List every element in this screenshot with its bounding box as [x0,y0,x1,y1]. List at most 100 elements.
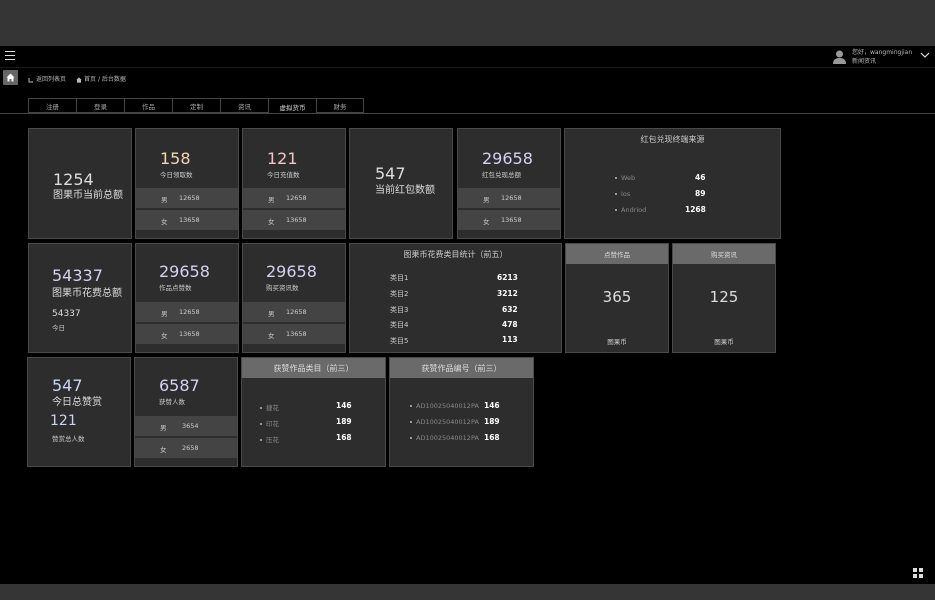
list-value: 146 [484,401,500,410]
card-value: 158 [160,149,191,168]
card-sub-value: 121 [50,413,77,429]
list-value: 189 [336,417,352,426]
female-value: 13658 [501,216,522,224]
card-header: 获赞作品类目（前三） [242,358,385,378]
card-label: 今日领取数 [160,171,193,179]
app-root: 您好，wangmingjian 新闻资讯 返回列表页 首页 / 后台数据 注册 … [0,0,935,600]
tab-divider [0,113,935,114]
male-row: 男 12658 [243,188,345,208]
card-label: 今日总赞赏 [52,397,102,408]
card-sub-value: 54337 [52,309,81,319]
male-row: 男 12658 [136,302,238,322]
tab-custom[interactable]: 定制 [172,98,220,113]
female-label: 女 [268,218,275,226]
category-name: 类目4 [390,321,409,329]
card-value: 54337 [52,266,103,285]
list-item: AD10025040012PA [410,418,479,426]
male-value: 12658 [286,194,307,202]
male-label: 男 [268,196,275,204]
back-to-list-link[interactable]: 返回列表页 [28,74,66,83]
tab-finance[interactable]: 财务 [316,98,364,113]
male-label: 男 [161,196,168,204]
card-today-rewards: 547 今日总赞赏 121 赞赏总人数 [27,357,131,467]
female-row: 女 13658 [243,210,345,230]
card-label: 当前红包数额 [375,185,435,196]
grid-icon[interactable] [913,568,923,578]
tab-login[interactable]: 登录 [76,98,124,113]
card-header: 获赞作品编号（前三） [390,358,533,378]
card-top-liked-categories: 获赞作品类目（前三） 捷花 146 印花 189 压花 168 [241,357,386,467]
card-value: 29658 [482,149,533,168]
female-row: 女 13658 [243,324,345,344]
breadcrumb-current: 后台数据 [101,76,126,83]
female-label: 女 [161,218,168,226]
card-spend-categories: 图果币花费类目统计（前五） 类目1 6213 类目2 3212 类目3 632 … [349,243,562,353]
tab-works[interactable]: 作品 [124,98,172,113]
list-item: 捷花 [260,402,279,412]
card-label: 图果币花费总额 [52,288,122,299]
list-item: 压花 [260,434,279,444]
breadcrumb-home[interactable]: 首页 [84,76,96,83]
list-value: 189 [484,417,500,426]
card-label: 今日充值数 [267,171,300,179]
card-label: 作品点赞数 [159,284,192,292]
tab-bar: 注册 登录 作品 定制 资讯 虚拟货币 财务 [28,98,364,114]
card-red-packet-cashout: 29658 红包兑现总额 男 12658 女 13658 [457,128,561,239]
card-cashout-source: 红包兑现终端来源 Web 46 Ios 89 Andriod 1268 [564,128,781,239]
chevron-down-icon[interactable] [920,51,930,59]
card-label: 获赞人数 [159,398,185,406]
card-today-recharge: 121 今日充值数 男 12658 女 13658 [242,128,346,239]
female-value: 13658 [179,216,200,224]
list-item: Ios [615,190,630,198]
female-row: 女 2658 [135,438,237,458]
male-label: 男 [161,310,168,318]
female-row: 女 13658 [136,324,238,344]
menu-icon[interactable] [5,51,15,61]
card-value: 365 [602,288,632,306]
tab-virtual-currency[interactable]: 虚拟货币 [268,98,316,114]
list-item: Andriod [615,206,646,214]
card-value: 125 [709,288,739,306]
category-name: 类目2 [390,290,409,298]
bottom-strip [0,584,935,600]
list-value: 1268 [685,205,706,214]
back-arrow-icon [28,77,33,82]
list-item: AD10025040012PA [410,434,479,442]
category-name: 类目5 [390,337,409,345]
user-avatar-icon[interactable] [833,49,846,64]
list-item: Web [615,174,635,182]
card-value: 121 [267,149,298,168]
tab-register[interactable]: 注册 [28,98,76,113]
card-top-liked-ids: 获赞作品编号（前三） AD10025040012PA 146 AD1002504… [389,357,534,467]
user-greeting[interactable]: 您好，wangmingjian [852,49,912,56]
male-value: 12658 [286,308,307,316]
card-today-claims: 158 今日领取数 男 12658 女 13658 [135,128,239,239]
top-strip [0,0,935,46]
card-work-likes: 29658 作品点赞数 男 12658 女 13658 [135,243,239,353]
list-value: 46 [695,173,706,182]
category-value: 632 [502,305,518,314]
card-news-purchases: 29658 购买资讯数 男 12658 女 13658 [242,243,346,353]
breadcrumb-home-icon [76,76,82,83]
card-header: 购买资讯 [673,244,775,264]
card-label: 图果币当前总额 [53,190,123,201]
female-label: 女 [160,446,167,454]
card-value: 29658 [266,262,317,281]
male-value: 3654 [182,422,199,430]
female-value: 13658 [286,216,307,224]
male-value: 12658 [179,308,200,316]
female-value: 2658 [182,444,199,452]
home-icon [6,73,15,82]
home-button[interactable] [3,70,18,85]
tab-news[interactable]: 资讯 [220,98,268,113]
card-label: 购买资讯数 [266,284,299,292]
female-label: 女 [268,332,275,340]
top-navbar [0,46,935,68]
female-label: 女 [483,218,490,226]
card-value: 29658 [159,262,210,281]
list-value: 168 [336,433,352,442]
list-item: 印花 [260,418,279,428]
card-value: 6587 [159,376,200,395]
card-header: 点赞作品 [566,244,668,264]
card-like-works-cost: 点赞作品 365 图果币 [565,243,669,353]
